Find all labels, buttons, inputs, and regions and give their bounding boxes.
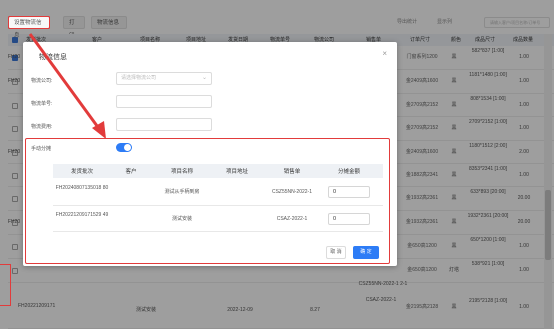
chevron-down-icon: ⌄ xyxy=(201,75,207,81)
company-label: 物流公司: xyxy=(31,78,53,84)
close-icon[interactable]: × xyxy=(382,49,387,58)
manual-allocation-toggle[interactable] xyxy=(116,143,132,152)
set-logistics-button-highlight[interactable]: 设置物流信息 xyxy=(8,16,50,39)
inner-col-batch: 发货批次 xyxy=(70,169,93,175)
company-placeholder: 请选择物流公司 xyxy=(121,75,157,81)
inner-col-project: 项目名称 xyxy=(170,169,193,175)
inner-col-customer: 客户 xyxy=(125,169,137,175)
inner-col-order: 销售单 xyxy=(283,169,301,175)
row2-order: CSAZ-2022-1 xyxy=(276,216,308,222)
inner-col-amount: 分摊金额 xyxy=(337,169,360,175)
tracking-input[interactable] xyxy=(116,95,212,108)
fee-input[interactable] xyxy=(116,118,212,131)
company-select[interactable]: 请选择物流公司 ⌄ xyxy=(116,72,212,85)
confirm-button[interactable]: 确 定 xyxy=(353,246,379,259)
cancel-button[interactable]: 取 消 xyxy=(326,246,346,259)
row1-project: 测试从手柄到房 xyxy=(164,189,200,195)
fee-label: 物流费用: xyxy=(31,124,53,130)
row1-order: CSZ55NN-2022-1 xyxy=(271,189,313,195)
tracking-label: 物流单号: xyxy=(31,101,53,107)
dialog-title: 物流信息 xyxy=(39,54,67,61)
row1-batch: FH20240807135018 80 xyxy=(55,185,109,191)
logistics-dialog: 物流信息 × 物流公司: 请选择物流公司 ⌄ 物流单号: 物流费用: 手动分摊 … xyxy=(23,42,397,266)
row1-amount-input[interactable]: 0 xyxy=(328,186,370,198)
left-highlight-box xyxy=(0,264,11,306)
row2-amount-input[interactable]: 0 xyxy=(328,213,370,225)
manual-allocation-label: 手动分摊 xyxy=(31,146,52,152)
toggle-knob xyxy=(124,144,131,151)
row2-batch: FH20221209171529 49 xyxy=(55,212,109,218)
row2-project: 测试安装 xyxy=(171,216,192,222)
inner-col-address: 项目地址 xyxy=(225,169,248,175)
